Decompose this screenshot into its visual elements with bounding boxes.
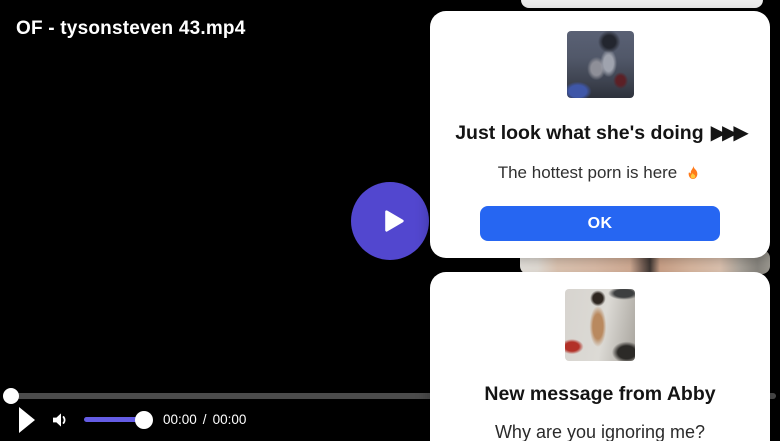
current-time: 00:00 bbox=[163, 412, 197, 427]
ad-popup-subtitle: The hottest porn is here bbox=[498, 163, 703, 183]
ad-popup[interactable]: Just look what she's doing ▶▶▶ The hotte… bbox=[430, 11, 770, 258]
speaker-icon bbox=[53, 413, 66, 427]
triple-play-arrows-icon: ▶▶▶ bbox=[710, 122, 749, 144]
message-thumbnail-image[interactable] bbox=[565, 289, 635, 361]
time-display: 00:00 / 00:00 bbox=[163, 412, 246, 427]
volume-thumb[interactable] bbox=[135, 411, 153, 429]
ad-popup-subtitle-text: The hottest porn is here bbox=[497, 163, 678, 182]
video-player-page: OF - tysonsteven 43.mp4 00:00 / 00:00 Ju… bbox=[0, 0, 780, 441]
message-popup[interactable]: New message from Abby Why are you ignori… bbox=[430, 272, 770, 441]
volume-button[interactable] bbox=[48, 408, 72, 432]
time-separator: / bbox=[202, 412, 207, 427]
fire-emoji-icon bbox=[684, 164, 702, 182]
ok-button[interactable]: OK bbox=[480, 206, 720, 241]
ad-popup-title: Just look what she's doing ▶▶▶ bbox=[455, 122, 749, 144]
duration: 00:00 bbox=[212, 412, 247, 427]
play-button[interactable] bbox=[19, 407, 37, 433]
message-popup-title: New message from Abby bbox=[484, 383, 716, 405]
ad-popup-title-text: Just look what she's doing bbox=[455, 122, 704, 144]
message-popup-text: Why are you ignoring me? bbox=[494, 422, 706, 441]
ad-thumbnail-image[interactable] bbox=[566, 31, 634, 98]
progress-thumb[interactable] bbox=[3, 388, 19, 404]
